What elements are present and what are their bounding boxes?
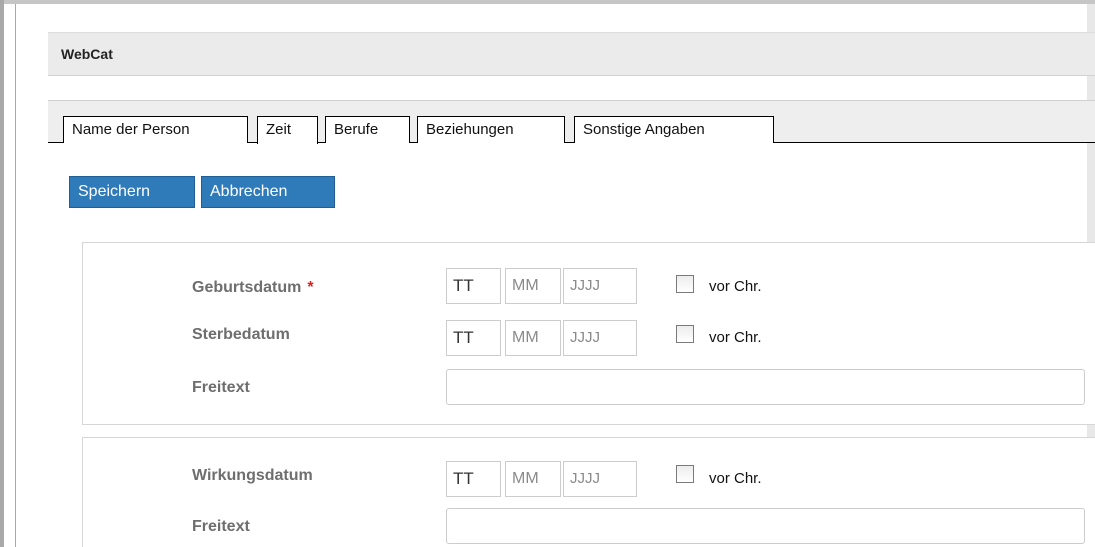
activity-freetext-input[interactable] (446, 508, 1085, 544)
tab-name-der-person[interactable]: Name der Person (63, 116, 248, 143)
birth-day-input[interactable]: TT (446, 268, 501, 304)
death-bc-label: vor Chr. (709, 329, 762, 346)
tab-berufe[interactable]: Berufe (325, 116, 410, 143)
activity-month-input[interactable]: MM (505, 461, 561, 497)
activity-date-label: Wirkungsdatum (192, 467, 313, 484)
death-month-input[interactable]: MM (505, 320, 561, 356)
app-title: WebCat (61, 46, 113, 62)
webcat-window: WebCat Name der Person Zeit Berufe Bezie… (0, 0, 1095, 547)
window-frame-divider (15, 4, 16, 547)
required-marker: * (307, 279, 314, 296)
tab-zeit[interactable]: Zeit (257, 116, 318, 144)
activity-freetext-label: Freitext (192, 518, 250, 535)
cancel-button[interactable]: Abbrechen (201, 176, 335, 208)
birth-month-input[interactable]: MM (505, 268, 561, 304)
activity-bc-checkbox[interactable] (676, 465, 694, 483)
death-year-input[interactable]: JJJJ (563, 320, 637, 356)
activity-year-input[interactable]: JJJJ (563, 461, 637, 497)
tab-beziehungen[interactable]: Beziehungen (417, 116, 565, 143)
save-button[interactable]: Speichern (69, 176, 195, 208)
freetext-input[interactable] (446, 369, 1085, 405)
death-day-input[interactable]: TT (446, 320, 501, 356)
birth-bc-checkbox[interactable] (676, 275, 694, 293)
tab-sonstige-angaben[interactable]: Sonstige Angaben (574, 116, 774, 143)
activity-day-input[interactable]: TT (446, 461, 501, 497)
birth-date-label: Geburtsdatum * (192, 279, 314, 296)
death-date-label: Sterbedatum (192, 326, 290, 343)
window-frame-top (0, 0, 1095, 4)
freetext-label: Freitext (192, 379, 250, 396)
birth-year-input[interactable]: JJJJ (563, 268, 637, 304)
activity-bc-label: vor Chr. (709, 470, 762, 487)
window-gutter (4, 4, 15, 547)
death-bc-checkbox[interactable] (676, 325, 694, 343)
birth-bc-label: vor Chr. (709, 278, 762, 295)
app-title-bar: WebCat (48, 32, 1095, 76)
